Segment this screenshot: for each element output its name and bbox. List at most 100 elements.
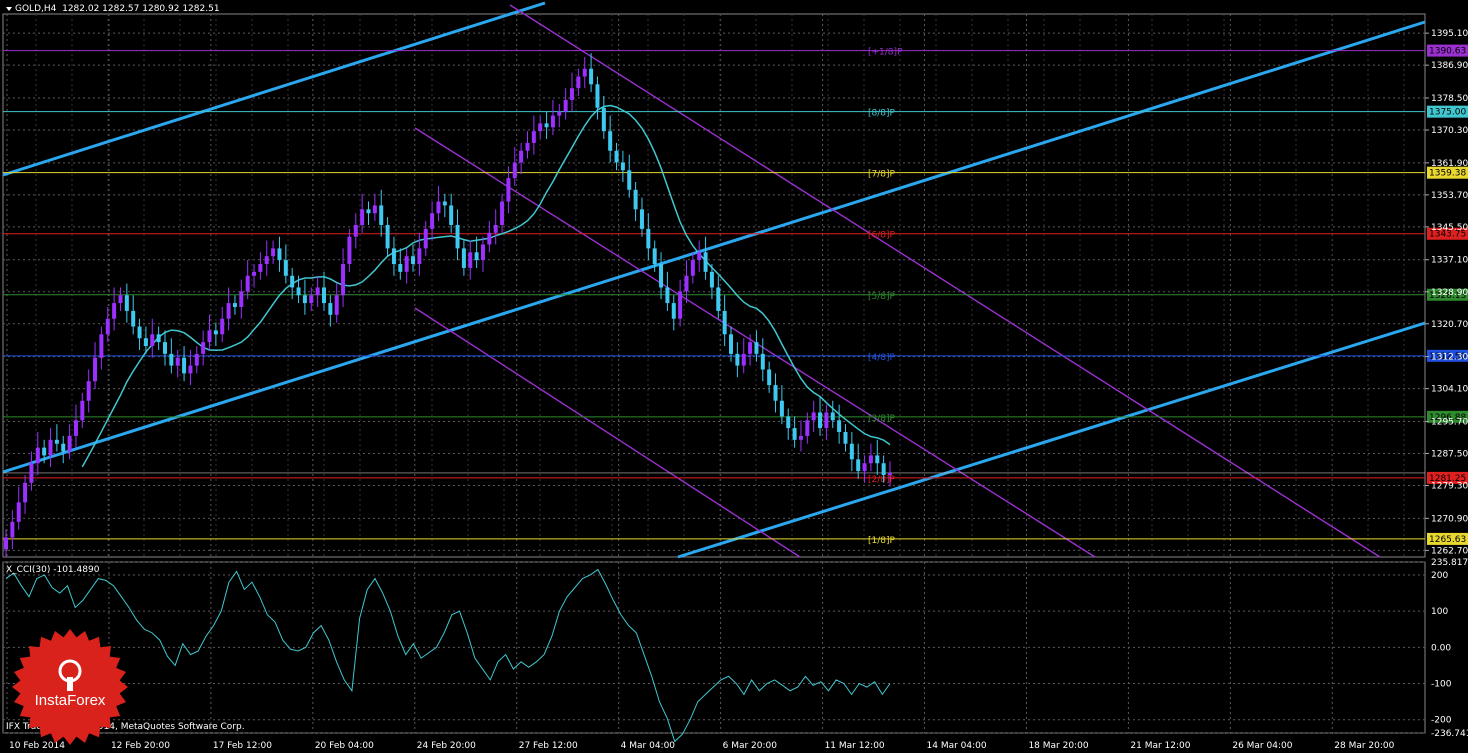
candle-body <box>360 209 365 225</box>
cci-tick-label: 200 <box>1431 571 1448 581</box>
candle-body <box>570 88 575 100</box>
candle-body <box>856 459 861 472</box>
y-tick-label: 1287.50 <box>1431 449 1468 459</box>
y-tick-label: 1370.30 <box>1431 126 1468 136</box>
candle-body <box>868 455 873 464</box>
candle-body <box>538 123 543 132</box>
candle-body <box>589 68 594 85</box>
candle-body <box>678 291 683 319</box>
candle-body <box>271 248 276 257</box>
candle-body <box>61 443 66 452</box>
candle-body <box>773 385 778 401</box>
y-tick-label: 1378.50 <box>1431 94 1468 104</box>
symbol-label: GOLD,H4 <box>15 4 57 14</box>
chart-title: GOLD,H4 1282.02 1282.57 1280.92 1282.51 <box>6 4 220 14</box>
candle-body <box>42 447 47 456</box>
candle-body <box>156 334 161 343</box>
candle-body <box>601 107 606 132</box>
x-tick-label: 21 Mar 12:00 <box>1130 741 1190 751</box>
candle-body <box>830 412 835 421</box>
cci-tick-label: -100 <box>1431 680 1452 690</box>
candle-body <box>150 334 155 347</box>
candle-body <box>608 131 613 151</box>
candle-body <box>449 205 454 225</box>
candle-body <box>35 447 40 464</box>
candle-body <box>80 400 85 421</box>
candle-body <box>404 256 409 272</box>
candle-body <box>646 228 651 249</box>
candle-body <box>703 252 708 272</box>
candle-body <box>385 224 390 249</box>
candle-body <box>531 131 536 143</box>
candle-body <box>506 178 511 202</box>
candle-body <box>690 260 695 276</box>
candle-body <box>786 416 791 429</box>
candle-body <box>544 123 549 128</box>
candle-body <box>124 295 129 311</box>
murrey-label: [5/8]P <box>868 292 896 302</box>
candle-body <box>372 205 377 214</box>
candle-body <box>862 463 867 472</box>
candle-body <box>232 303 237 307</box>
candle-body <box>207 330 212 343</box>
candle-body <box>93 357 98 382</box>
instaforex-logo: InstaForex <box>12 629 128 745</box>
candle-body <box>252 271 257 276</box>
candle-body <box>347 236 352 265</box>
candle-body <box>99 334 104 358</box>
candle-body <box>296 287 301 296</box>
candle-body <box>73 420 78 436</box>
logo-text: InstaForex <box>35 692 106 709</box>
cci-tick-label: 100 <box>1431 607 1448 617</box>
candle-body <box>760 353 765 370</box>
candle-body <box>105 318 110 335</box>
y-tick-label: 1328.90 <box>1431 288 1468 298</box>
candle-body <box>837 420 842 432</box>
y-tick-label: 1295.70 <box>1431 417 1468 427</box>
y-tick-label: 1312.30 <box>1431 353 1468 363</box>
candle-body <box>309 295 314 304</box>
x-tick-label: 4 Mar 04:00 <box>621 741 676 751</box>
candle-body <box>436 201 441 214</box>
x-tick-label: 20 Feb 04:00 <box>315 741 374 751</box>
candle-body <box>328 303 333 315</box>
murrey-label: [1/8]P <box>868 536 896 546</box>
y-tick-label: 1320.70 <box>1431 320 1468 330</box>
candle-body <box>849 443 854 460</box>
candle-body <box>455 224 460 249</box>
candle-body <box>614 150 619 163</box>
candle-body <box>697 252 702 261</box>
murrey-label: [4/8]P <box>868 353 896 363</box>
candle-body <box>519 150 524 163</box>
y-tick-label: 1353.70 <box>1431 191 1468 201</box>
candle-body <box>430 213 435 229</box>
candle-body <box>487 232 492 245</box>
candle-body <box>652 248 657 265</box>
x-tick-label: 6 Mar 20:00 <box>723 741 778 751</box>
candle-body <box>264 256 269 265</box>
chevron-down-icon[interactable] <box>6 6 12 11</box>
candle-body <box>239 291 244 307</box>
candle-body <box>716 287 721 311</box>
candle-body <box>576 76 581 89</box>
candle-body <box>220 318 225 335</box>
candle-body <box>671 303 676 319</box>
murrey-label: [7/8]P <box>868 170 896 180</box>
candle-body <box>729 334 734 354</box>
x-tick-label: 14 Mar 04:00 <box>927 741 987 751</box>
candle-body <box>798 435 803 440</box>
candle-body <box>500 201 505 225</box>
price-tag-label: 1390.63 <box>1429 47 1466 57</box>
candle-body <box>131 310 136 327</box>
candle-body <box>302 295 307 304</box>
candle-body <box>162 342 167 354</box>
x-tick-label: 24 Feb 20:00 <box>417 741 476 751</box>
candle-body <box>767 369 772 386</box>
candle-body <box>843 431 848 444</box>
candle-body <box>582 68 587 77</box>
candle-body <box>423 228 428 249</box>
x-tick-label: 27 Feb 12:00 <box>519 741 578 751</box>
candle-body <box>10 521 15 538</box>
candle-body <box>779 400 784 417</box>
candle-body <box>659 264 664 288</box>
